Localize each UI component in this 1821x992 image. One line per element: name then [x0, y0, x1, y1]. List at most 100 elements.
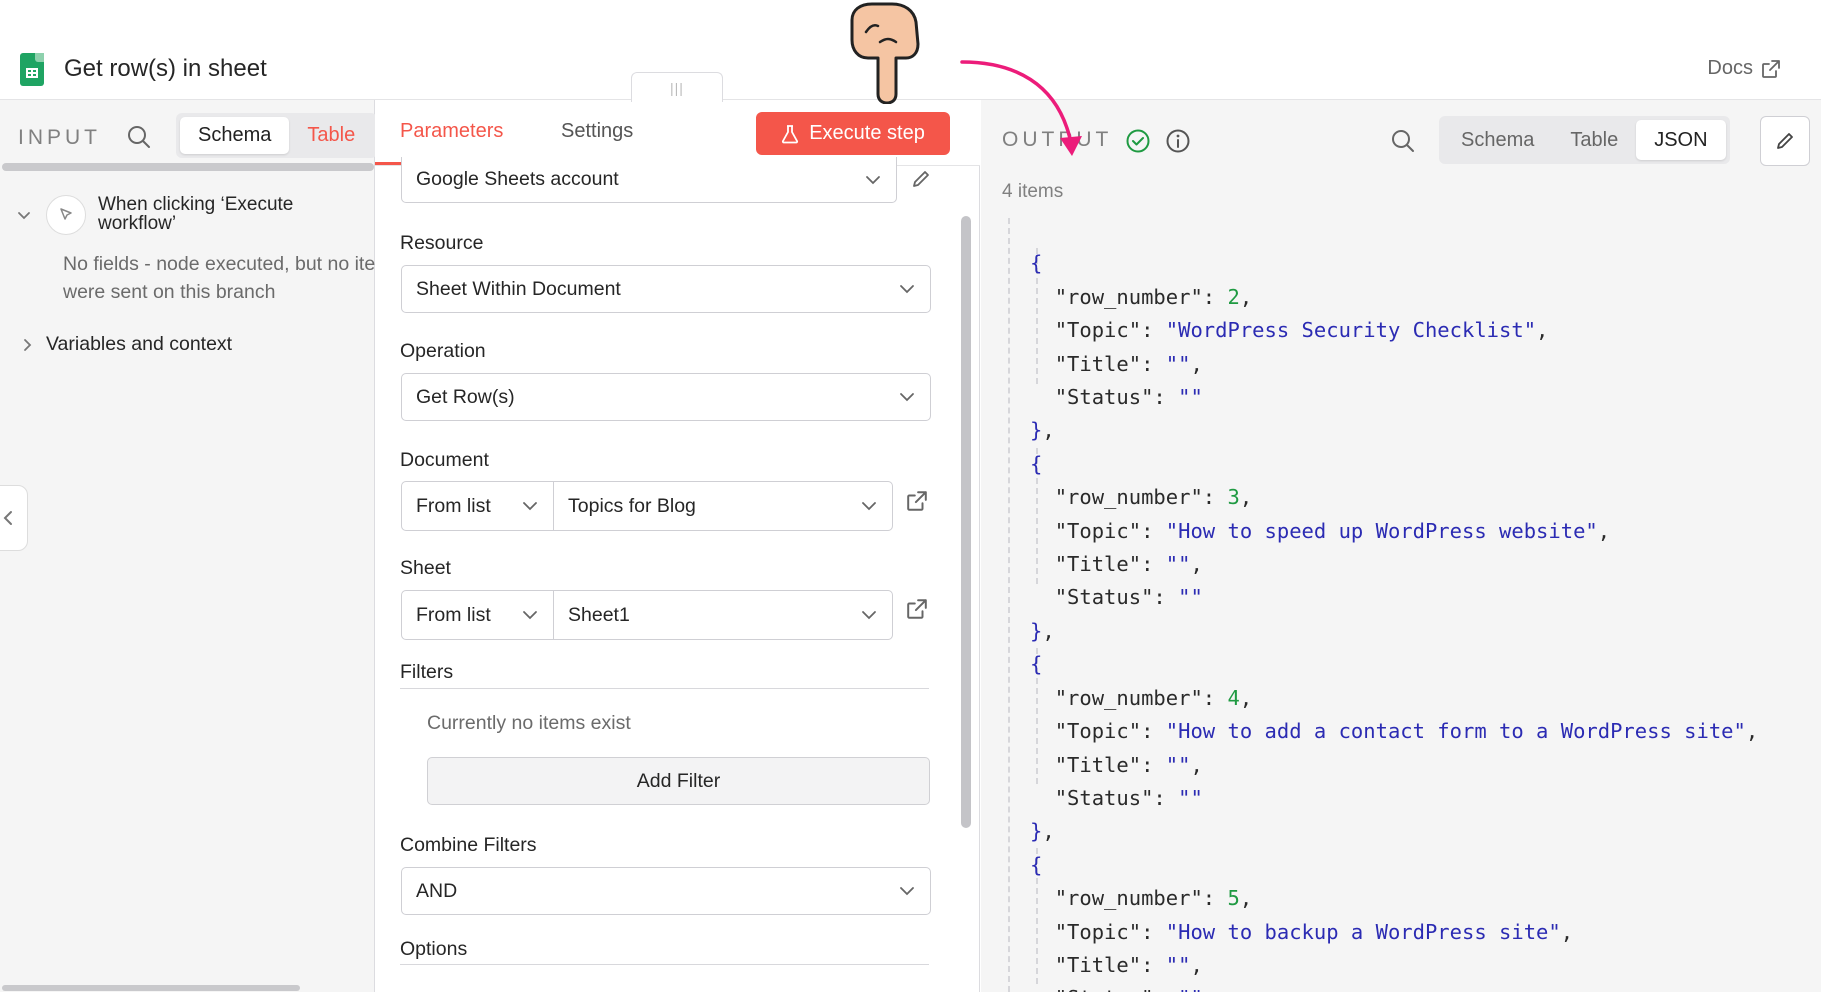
json-topic: "How to speed up WordPress website": [1165, 518, 1598, 543]
tab-settings[interactable]: Settings: [561, 120, 633, 143]
json-item: { "row_number": 5, "Topic": "How to back…: [1030, 849, 1758, 992]
edit-output-button[interactable]: [1760, 116, 1810, 166]
json-title: "": [1165, 552, 1191, 577]
json-status: "": [1178, 585, 1203, 610]
external-link-icon[interactable]: [906, 598, 928, 620]
tab-schema[interactable]: Schema: [180, 117, 290, 154]
json-row-number: 3: [1227, 485, 1240, 510]
collapse-panel-handle[interactable]: [0, 485, 28, 551]
panel-drag-handle[interactable]: |||: [631, 72, 723, 102]
filters-divider: [400, 688, 929, 689]
add-filter-button[interactable]: Add Filter: [427, 757, 930, 805]
chevron-down-icon: [900, 887, 914, 896]
info-icon[interactable]: [1165, 128, 1191, 154]
json-row-number: 2: [1227, 284, 1240, 309]
sheet-label: Sheet: [400, 557, 451, 579]
operation-select[interactable]: Get Row(s): [401, 373, 931, 421]
tab-table[interactable]: Table: [289, 117, 373, 154]
operation-value: Get Row(s): [416, 385, 515, 408]
bottom-scrollbar[interactable]: [2, 985, 300, 991]
json-topic: "WordPress Security Checklist": [1165, 318, 1537, 343]
json-title: "": [1165, 351, 1191, 376]
docs-link[interactable]: Docs: [1707, 57, 1781, 80]
cursor-click-icon: [46, 195, 86, 235]
output-view-toggle: Schema Table JSON: [1439, 116, 1730, 164]
docs-label: Docs: [1707, 57, 1753, 79]
credential-select[interactable]: Google Sheets account: [401, 157, 897, 203]
document-label: Document: [400, 449, 489, 471]
sheet-locator: From list Sheet1: [401, 590, 893, 640]
resource-select[interactable]: Sheet Within Document: [401, 265, 931, 313]
chevron-down-icon: [866, 176, 880, 185]
search-icon[interactable]: [126, 124, 152, 150]
options-label: Options: [400, 938, 468, 960]
search-icon[interactable]: [1390, 128, 1416, 154]
no-fields-line2: were sent on this branch: [63, 281, 276, 303]
json-row-number: 4: [1227, 685, 1240, 710]
json-item: { "row_number": 4, "Topic": "How to add …: [1030, 652, 1759, 844]
resource-label: Resource: [400, 232, 484, 254]
document-value: Topics for Blog: [568, 494, 696, 517]
chevron-down-icon: [523, 611, 537, 620]
input-label: INPUT: [18, 126, 101, 149]
chevron-down-icon: [862, 502, 876, 511]
external-link-icon: [1762, 59, 1780, 78]
external-link-icon[interactable]: [906, 490, 928, 512]
chevron-down-icon: [523, 502, 537, 511]
document-mode-select[interactable]: From list: [402, 482, 554, 530]
pencil-icon[interactable]: [910, 168, 932, 190]
check-circle-icon: [1126, 129, 1150, 153]
document-mode-value: From list: [416, 494, 491, 517]
tab-json[interactable]: JSON: [1636, 120, 1726, 160]
trigger-title-line1: When clicking ‘Execute: [98, 194, 294, 215]
no-fields-message: No fields - node executed, but no items …: [63, 250, 383, 306]
json-indent-guide: [1008, 218, 1010, 992]
input-view-toggle: Schema Table: [176, 113, 378, 158]
chevron-down-icon: [900, 393, 914, 402]
json-row-number: 5: [1227, 886, 1240, 911]
parameters-scrollbar[interactable]: [961, 216, 971, 828]
filters-empty-text: Currently no items exist: [427, 712, 631, 734]
tab-parameters[interactable]: Parameters: [400, 120, 503, 143]
sheet-mode-value: From list: [416, 603, 491, 626]
json-title: "": [1165, 952, 1191, 977]
pointing-hand-icon: [850, 2, 920, 104]
json-status: "": [1178, 785, 1203, 810]
sheet-mode-select[interactable]: From list: [402, 591, 554, 639]
sheet-select[interactable]: Sheet1: [554, 591, 892, 639]
tab-table[interactable]: Table: [1552, 120, 1636, 160]
horizontal-scrollbar[interactable]: [2, 163, 374, 171]
json-status: "": [1178, 986, 1203, 992]
output-item-count: 4 items: [1002, 181, 1064, 202]
google-sheets-icon: [20, 53, 44, 86]
variables-context-label[interactable]: Variables and context: [46, 333, 232, 356]
chevron-down-icon[interactable]: [16, 207, 32, 223]
sheet-value: Sheet1: [568, 603, 630, 626]
trigger-node-title: When clicking ‘Execute workflow’: [98, 195, 293, 233]
node-title: Get row(s) in sheet: [64, 55, 267, 82]
json-item: { "row_number": 2, "Topic": "WordPress S…: [1030, 251, 1549, 443]
pencil-icon: [1777, 133, 1793, 149]
flask-icon: [782, 124, 799, 143]
combine-filters-value: AND: [416, 879, 458, 902]
json-title: "": [1165, 752, 1191, 777]
credential-value: Google Sheets account: [416, 168, 619, 190]
options-divider: [400, 964, 929, 965]
json-item: { "row_number": 3, "Topic": "How to spee…: [1030, 451, 1611, 643]
combine-filters-select[interactable]: AND: [401, 867, 931, 915]
json-status: "": [1178, 385, 1203, 410]
operation-label: Operation: [400, 340, 486, 362]
filters-label: Filters: [400, 661, 454, 683]
back-arrow-icon: [3, 511, 12, 525]
json-output: { "row_number": 2, "Topic": "WordPress S…: [1030, 214, 1758, 992]
variables-row[interactable]: [20, 338, 34, 352]
no-fields-line1: No fields - node executed, but no items: [63, 253, 375, 275]
chevron-right-icon[interactable]: [20, 338, 34, 352]
document-select[interactable]: Topics for Blog: [554, 482, 892, 530]
tab-schema[interactable]: Schema: [1443, 120, 1552, 160]
execute-step-button[interactable]: Execute step: [756, 112, 950, 155]
trigger-node-row[interactable]: When clicking ‘Execute workflow’: [16, 195, 293, 235]
trigger-title-line2: workflow’: [98, 213, 177, 234]
execute-step-label: Execute step: [809, 122, 925, 144]
json-topic: "How to backup a WordPress site": [1165, 919, 1561, 944]
